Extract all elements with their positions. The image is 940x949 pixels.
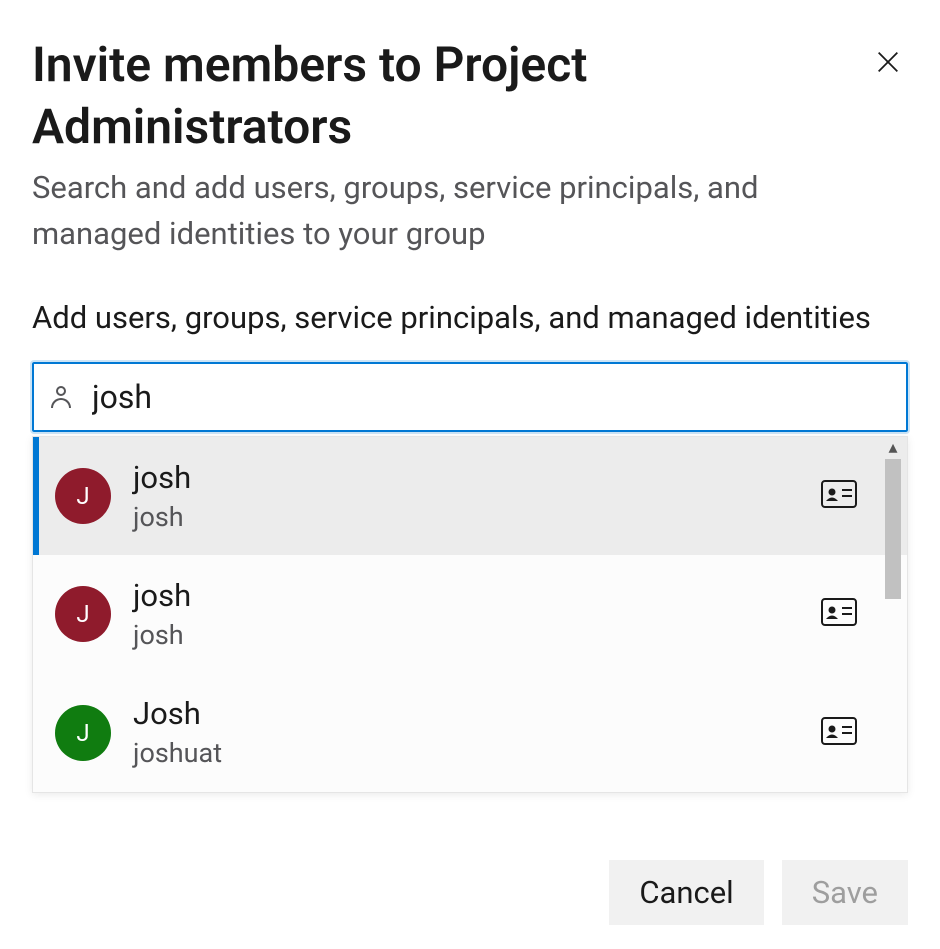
dropdown-scrollbar[interactable]: ▴ [879,437,907,792]
result-item[interactable]: J Joshjoshuat [33,673,907,791]
result-item[interactable]: Jjoshjosh [33,555,907,673]
result-name: josh [133,575,821,617]
avatar: J [55,586,111,642]
avatar: J [55,468,111,524]
user-icon [48,381,74,413]
result-name: Josh [133,693,821,735]
scroll-thumb[interactable] [885,459,901,599]
panel-title: Invite members to Project Administrators [32,34,792,159]
save-button[interactable]: Save [782,860,908,925]
id-card-icon [821,717,857,749]
close-icon [874,48,902,76]
search-field-label: Add users, groups, service principals, a… [32,294,908,342]
panel-header: Invite members to Project Administrators [32,34,908,159]
result-item[interactable]: Jjoshjosh [33,437,907,555]
search-wrapper: JjoshjoshJjoshjoshJJoshjoshuat ▴ [32,362,908,432]
result-name: josh [133,457,821,499]
result-sub: josh [133,617,821,653]
close-button[interactable] [868,42,908,82]
id-card-icon [821,480,857,512]
result-info: joshjosh [133,575,821,653]
avatar: J [55,705,111,761]
panel-subtitle: Search and add users, groups, service pr… [32,165,852,258]
scroll-up-icon: ▴ [888,437,897,457]
cancel-button[interactable]: Cancel [609,860,763,925]
result-info: joshjosh [133,457,821,535]
results-dropdown: JjoshjoshJjoshjoshJJoshjoshuat ▴ [32,436,908,793]
result-sub: josh [133,499,821,535]
search-field[interactable] [32,362,908,432]
id-card-icon [821,598,857,630]
result-info: Joshjoshuat [133,693,821,771]
panel-footer: Cancel Save [609,840,940,949]
result-sub: joshuat [133,735,821,771]
search-input[interactable] [92,378,892,416]
invite-members-panel: Invite members to Project Administrators… [0,0,940,949]
